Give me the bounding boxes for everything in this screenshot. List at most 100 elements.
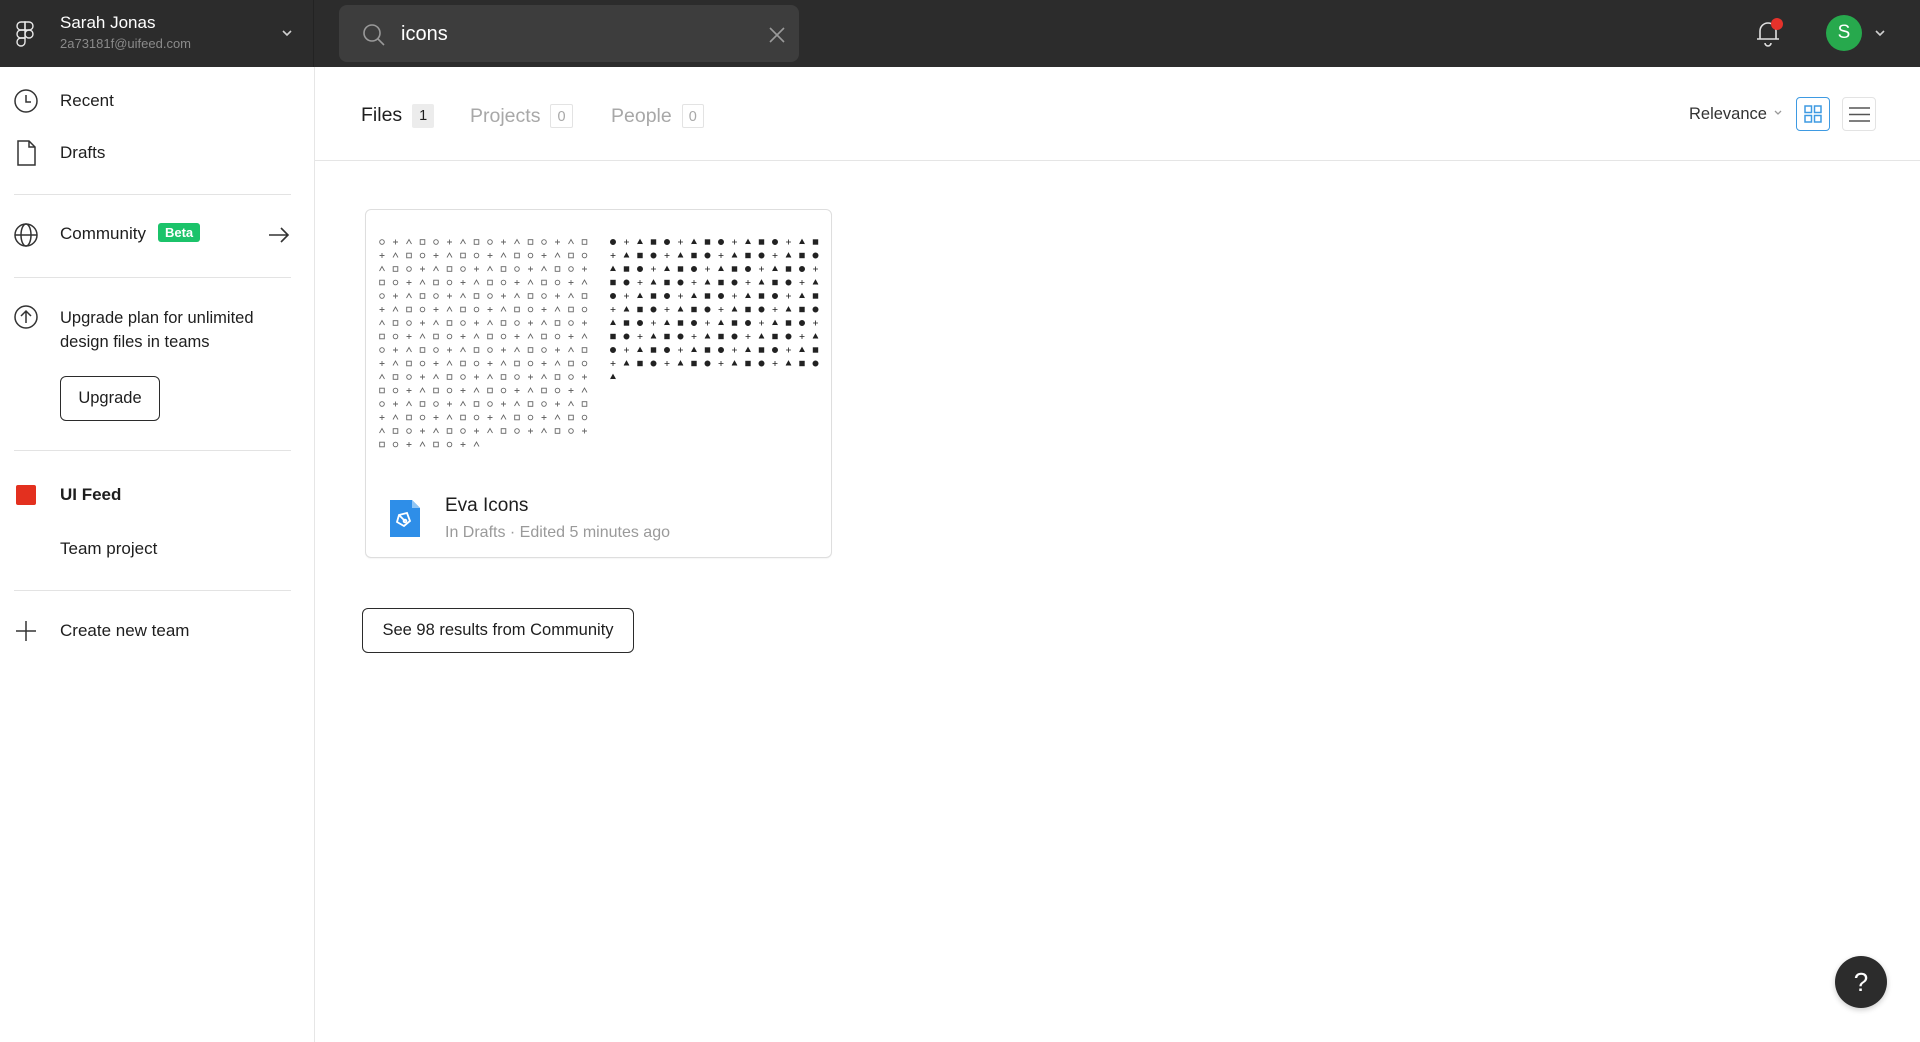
- thumbnail-outline-glyph: [568, 266, 574, 272]
- thumbnail-fill-glyph: [785, 360, 792, 366]
- thumbnail-outline-glyph: [541, 373, 547, 380]
- thumbnail-fill-glyph: [799, 360, 805, 367]
- sort-dropdown[interactable]: Relevance: [1689, 105, 1783, 124]
- team-name: UI Feed: [60, 485, 122, 504]
- thumbnail-outline-glyph: [568, 306, 574, 313]
- file-meta: In Drafts · Edited 5 minutes ago: [445, 524, 670, 541]
- thumbnail-outline-glyph: [528, 428, 533, 434]
- thumbnail-outline-glyph: [514, 388, 520, 393]
- upgrade-button[interactable]: Upgrade: [60, 376, 160, 421]
- thumbnail-outline-glyph: [568, 346, 574, 353]
- divider: [14, 590, 291, 591]
- thumbnail-fill-glyph: [772, 361, 778, 366]
- thumbnail-outline-glyph: [392, 266, 399, 272]
- thumbnail-fill-glyph: [745, 306, 751, 313]
- results-tab-bar: Files 1 Projects 0 People 0 Relevance: [315, 67, 1920, 161]
- thumbnail-outline-glyph: [528, 374, 533, 380]
- account-email: 2a73181f@uifeed.com: [60, 36, 192, 51]
- sidebar-item-team[interactable]: UI Feed: [0, 475, 314, 515]
- thumbnail-fill-glyph: [718, 319, 724, 326]
- thumbnail-outline-glyph: [379, 361, 385, 366]
- thumbnail-fill-glyph: [745, 334, 751, 339]
- thumbnail-fill-glyph: [745, 360, 751, 367]
- search-input[interactable]: [401, 19, 741, 49]
- thumbnail-fill-glyph: [758, 360, 765, 367]
- thumbnail-outline-glyph: [582, 266, 587, 272]
- tab-files[interactable]: Files 1: [361, 104, 435, 130]
- thumbnail-outline-glyph: [379, 319, 385, 326]
- list-view-button[interactable]: [1842, 97, 1876, 131]
- chevron-down-icon[interactable]: [1874, 28, 1886, 38]
- thumbnail-outline-glyph: [392, 279, 399, 286]
- account-switcher[interactable]: Sarah Jonas 2a73181f@uifeed.com: [0, 0, 314, 67]
- thumbnail-outline-glyph: [514, 400, 520, 407]
- thumbnail-outline-glyph: [406, 360, 412, 367]
- chevron-down-icon[interactable]: [280, 27, 294, 39]
- thumbnail-fill-glyph: [664, 253, 670, 258]
- thumbnail-fill-glyph: [772, 319, 778, 326]
- thumbnail-outline-glyph: [500, 320, 507, 326]
- thumbnail-outline-glyph: [541, 333, 547, 340]
- thumbnail-outline-glyph: [473, 401, 480, 407]
- thumbnail-outline-glyph: [433, 415, 439, 420]
- file-name: Eva Icons: [445, 495, 529, 516]
- search-bar[interactable]: [339, 5, 799, 62]
- thumbnail-fill-glyph: [732, 239, 737, 245]
- thumbnail-outline-glyph: [460, 252, 466, 259]
- thumbnail-outline-glyph: [581, 333, 588, 339]
- thumbnail-outline-glyph: [446, 441, 453, 448]
- thumbnail-outline-glyph: [406, 320, 412, 326]
- thumbnail-outline-glyph: [447, 293, 452, 299]
- create-team-button[interactable]: Create new team: [0, 611, 314, 651]
- thumbnail-outline-glyph: [487, 293, 493, 299]
- file-card[interactable]: Eva Icons In Drafts · Edited 5 minutes a…: [365, 209, 832, 558]
- thumbnail-fill-glyph: [732, 347, 737, 353]
- clock-icon: [14, 89, 38, 113]
- see-community-results-button[interactable]: See 98 results from Community: [362, 608, 634, 653]
- project-name: Team project: [60, 539, 158, 558]
- tab-projects[interactable]: Projects 0: [470, 104, 573, 130]
- user-avatar[interactable]: S: [1826, 15, 1862, 51]
- thumbnail-outline-glyph: [393, 347, 398, 353]
- thumbnail-outline-glyph: [460, 266, 466, 272]
- sidebar-item-drafts[interactable]: Drafts: [0, 133, 314, 173]
- thumbnail-fill-glyph: [718, 307, 724, 312]
- thumbnail-outline-glyph: [568, 360, 574, 367]
- thumbnail-fill-glyph: [610, 333, 616, 340]
- thumbnail-outline-glyph: [460, 346, 466, 353]
- thumbnail-fill-glyph: [772, 253, 778, 258]
- thumbnail-fill-glyph: [785, 320, 792, 326]
- thumbnail-fill-glyph: [677, 333, 684, 340]
- thumbnail-outline-glyph: [433, 361, 439, 366]
- tab-count: 0: [681, 104, 704, 128]
- thumbnail-outline-glyph: [392, 428, 399, 434]
- thumbnail-fill-glyph: [731, 306, 738, 312]
- sidebar-item-community[interactable]: Community Beta: [0, 215, 314, 255]
- thumbnail-outline-glyph: [527, 252, 534, 259]
- thumbnail-outline-glyph: [527, 306, 534, 313]
- thumbnail-fill-glyph: [813, 266, 818, 272]
- thumbnail-outline-glyph: [406, 266, 412, 272]
- grid-view-button[interactable]: [1796, 97, 1830, 131]
- thumbnail-outline-glyph: [581, 239, 588, 245]
- thumbnail-outline-glyph: [446, 266, 453, 272]
- help-button[interactable]: ?: [1835, 956, 1887, 1008]
- thumbnail-outline-glyph: [581, 360, 588, 367]
- thumbnail-outline-glyph: [582, 428, 587, 434]
- sidebar-item-recent[interactable]: Recent: [0, 81, 314, 121]
- sidebar-item-team-project[interactable]: Team project: [0, 529, 314, 569]
- thumbnail-fill-glyph: [691, 280, 697, 285]
- tab-people[interactable]: People 0: [611, 104, 704, 130]
- thumbnail-outline-glyph: [379, 415, 385, 420]
- thumbnail-fill-glyph: [799, 306, 805, 313]
- close-icon[interactable]: [767, 25, 787, 45]
- thumbnail-fill-glyph: [745, 238, 751, 245]
- thumbnail-fill-glyph: [677, 320, 684, 326]
- thumbnail-outline-glyph: [541, 319, 547, 326]
- thumbnail-outline-glyph: [541, 307, 547, 312]
- thumbnail-outline-glyph: [433, 253, 439, 258]
- thumbnail-outline-glyph: [473, 414, 480, 421]
- thumbnail-fill-glyph: [691, 292, 697, 299]
- thumbnail-outline-glyph: [581, 252, 588, 259]
- thumbnail-outline-glyph: [393, 239, 398, 245]
